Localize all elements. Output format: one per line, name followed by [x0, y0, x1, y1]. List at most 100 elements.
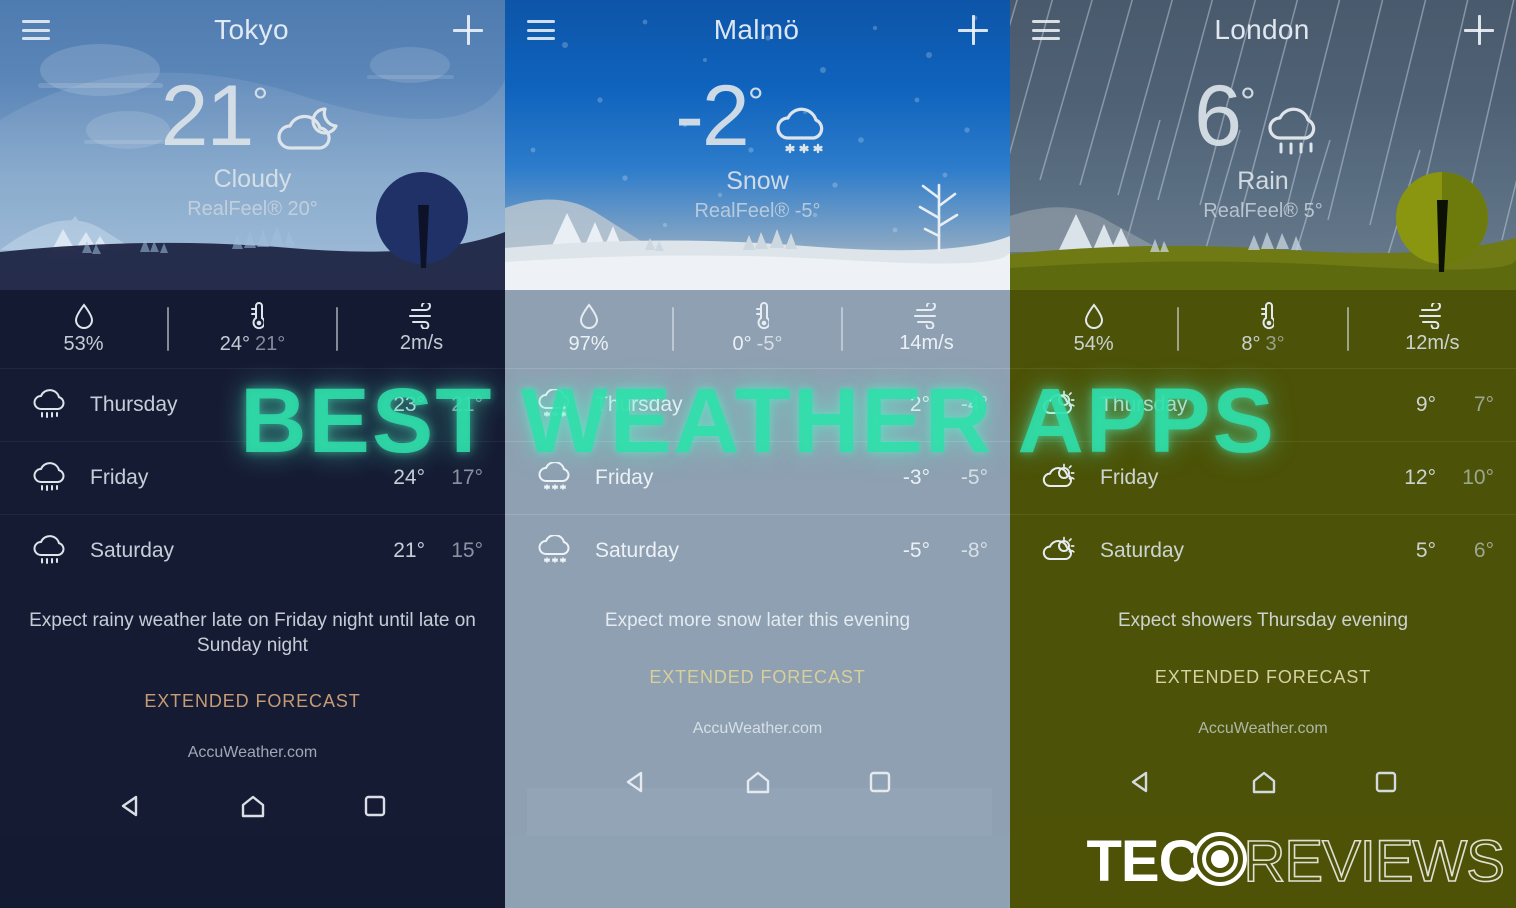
- footer-malmo: Expect more snow later this evening EXTE…: [505, 587, 1010, 836]
- stats-row-tokyo: 53% 24° 21° 2m/s: [0, 290, 505, 368]
- forecast-day: Friday: [90, 466, 149, 489]
- forecast-day: Saturday: [90, 539, 175, 562]
- temp-range-value: 24° 21°: [220, 333, 286, 356]
- temp-high: 8°: [1241, 333, 1261, 355]
- footer-tokyo: Expect rainy weather late on Friday nigh…: [0, 587, 505, 837]
- table-row[interactable]: Friday 12° 10°: [1010, 441, 1516, 514]
- snow-cloud-icon: [527, 462, 583, 494]
- forecast-day: Thursday: [90, 393, 178, 416]
- humidity-stat: 54%: [1010, 302, 1177, 356]
- forecast-day: Thursday: [1100, 393, 1188, 416]
- home-icon[interactable]: [1249, 768, 1279, 796]
- temp-low: -5°: [756, 333, 783, 355]
- humidity-value: 97%: [568, 333, 609, 355]
- forecast-high: 21°: [393, 539, 425, 562]
- extended-forecast-button[interactable]: EXTENDED FORECAST: [505, 667, 1010, 688]
- hamburger-menu-icon[interactable]: [22, 20, 50, 40]
- hamburger-menu-icon[interactable]: [1032, 20, 1060, 40]
- weather-panel-malmo: Malmö -2° Snow RealFeel® -5° 97% 0° -5° …: [505, 0, 1010, 908]
- table-row[interactable]: Saturday -5° -8°: [505, 514, 1010, 587]
- hero-malmo: Malmö -2° Snow RealFeel® -5°: [505, 0, 1010, 290]
- wind-value: 2m/s: [399, 332, 444, 354]
- forecast-day: Friday: [595, 466, 654, 489]
- wind-stat: 14m/s: [843, 303, 1010, 355]
- hero-main-london: 6° Rain RealFeel® 5°: [1010, 73, 1516, 223]
- provider-label[interactable]: AccuWeather.com: [505, 720, 1010, 738]
- thermometer-icon: [755, 302, 769, 330]
- extended-forecast-button[interactable]: EXTENDED FORECAST: [0, 691, 505, 712]
- home-icon[interactable]: [238, 792, 268, 820]
- degree-symbol: °: [747, 80, 764, 125]
- page-title-london: London: [1214, 14, 1310, 45]
- provider-label[interactable]: AccuWeather.com: [1010, 720, 1516, 738]
- forecast-list-london: Thursday 9° 7° Friday 12° 10° Saturday 5…: [1010, 368, 1516, 587]
- temperature-stat: 0° -5°: [674, 302, 841, 356]
- rain-cloud-icon: [22, 535, 78, 567]
- rain-cloud-icon: [1260, 102, 1332, 165]
- table-row[interactable]: Friday -3° -5°: [505, 441, 1010, 514]
- rain-cloud-icon: [22, 389, 78, 421]
- forecast-low: 15°: [451, 539, 483, 562]
- realfeel-tokyo: RealFeel® 20°: [187, 198, 318, 220]
- temp-range-value: 8° 3°: [1241, 333, 1284, 356]
- partly-sunny-icon: [1032, 389, 1088, 421]
- forecast-low: 10°: [1462, 466, 1494, 489]
- back-triangle-icon[interactable]: [1127, 768, 1155, 796]
- table-row[interactable]: Thursday 2° -4°: [505, 368, 1010, 441]
- wind-icon: [1419, 303, 1442, 329]
- plus-icon[interactable]: [958, 15, 988, 45]
- back-triangle-icon[interactable]: [117, 792, 145, 820]
- forecast-high: 24°: [393, 466, 425, 489]
- forecast-day: Friday: [1100, 466, 1159, 489]
- page-title-malmo: Malmö: [713, 14, 800, 45]
- partly-sunny-icon: [1032, 462, 1088, 494]
- android-navigation-bar: [1010, 752, 1516, 812]
- forecast-high: 12°: [1404, 466, 1436, 489]
- snow-cloud-icon: [527, 535, 583, 567]
- forecast-summary: Expect rainy weather late on Friday nigh…: [29, 610, 476, 656]
- temp-low: 21°: [255, 333, 286, 355]
- realfeel-malmo: RealFeel® -5°: [694, 200, 821, 222]
- forecast-summary: Expect showers Thursday evening: [1117, 610, 1409, 631]
- temp-value: 6: [1194, 68, 1242, 164]
- snow-cloud-icon: [527, 389, 583, 421]
- forecast-low: 6°: [1473, 539, 1494, 562]
- table-row[interactable]: Friday 24° 17°: [0, 441, 505, 514]
- forecast-list-tokyo: Thursday 23° 21° Friday 24° 17° Saturday…: [0, 368, 505, 587]
- table-row[interactable]: Saturday 21° 15°: [0, 514, 505, 587]
- forecast-low: 17°: [451, 466, 483, 489]
- rain-cloud-icon: [22, 462, 78, 494]
- temperature-stat: 24° 21°: [169, 302, 336, 356]
- bottom-panel-strip: [527, 787, 992, 836]
- forecast-summary: Expect more snow later this evening: [604, 610, 911, 631]
- table-row[interactable]: Saturday 5° 6°: [1010, 514, 1516, 587]
- temp-high: 0°: [732, 333, 752, 355]
- forecast-list-malmo: Thursday 2° -4° Friday -3° -5° Saturday …: [505, 368, 1010, 587]
- current-temperature-tokyo: 21°: [0, 73, 505, 163]
- forecast-day: Saturday: [595, 539, 680, 562]
- recents-square-icon[interactable]: [362, 793, 388, 819]
- topbar-tokyo: Tokyo: [0, 0, 505, 60]
- humidity-value: 53%: [63, 333, 104, 355]
- hamburger-menu-icon[interactable]: [527, 20, 555, 40]
- snow-cloud-icon: [768, 102, 840, 165]
- extended-forecast-button[interactable]: EXTENDED FORECAST: [1010, 667, 1516, 688]
- recents-square-icon[interactable]: [1373, 769, 1399, 795]
- temperature-stat: 8° 3°: [1179, 302, 1346, 356]
- wind-value: 14m/s: [899, 332, 954, 354]
- forecast-day: Thursday: [595, 393, 683, 416]
- forecast-high: -3°: [902, 466, 930, 489]
- provider-label[interactable]: AccuWeather.com: [0, 744, 505, 762]
- table-row[interactable]: Thursday 9° 7°: [1010, 368, 1516, 441]
- screenshot-stage: Tokyo 21° Cloudy RealFeel® 20° 53% 24° 2…: [0, 0, 1516, 908]
- plus-icon[interactable]: [453, 15, 483, 45]
- plus-icon[interactable]: [1464, 15, 1494, 45]
- wind-stat: 12m/s: [1349, 303, 1516, 355]
- hero-main-tokyo: 21° Cloudy RealFeel® 20°: [0, 73, 505, 221]
- footer-london: Expect showers Thursday evening EXTENDED…: [1010, 587, 1516, 812]
- weather-panel-tokyo: Tokyo 21° Cloudy RealFeel® 20° 53% 24° 2…: [0, 0, 505, 908]
- temp-high: 24°: [219, 333, 250, 355]
- condition-label-tokyo: Cloudy: [213, 165, 292, 193]
- table-row[interactable]: Thursday 23° 21°: [0, 368, 505, 441]
- forecast-high: 9°: [1415, 393, 1436, 416]
